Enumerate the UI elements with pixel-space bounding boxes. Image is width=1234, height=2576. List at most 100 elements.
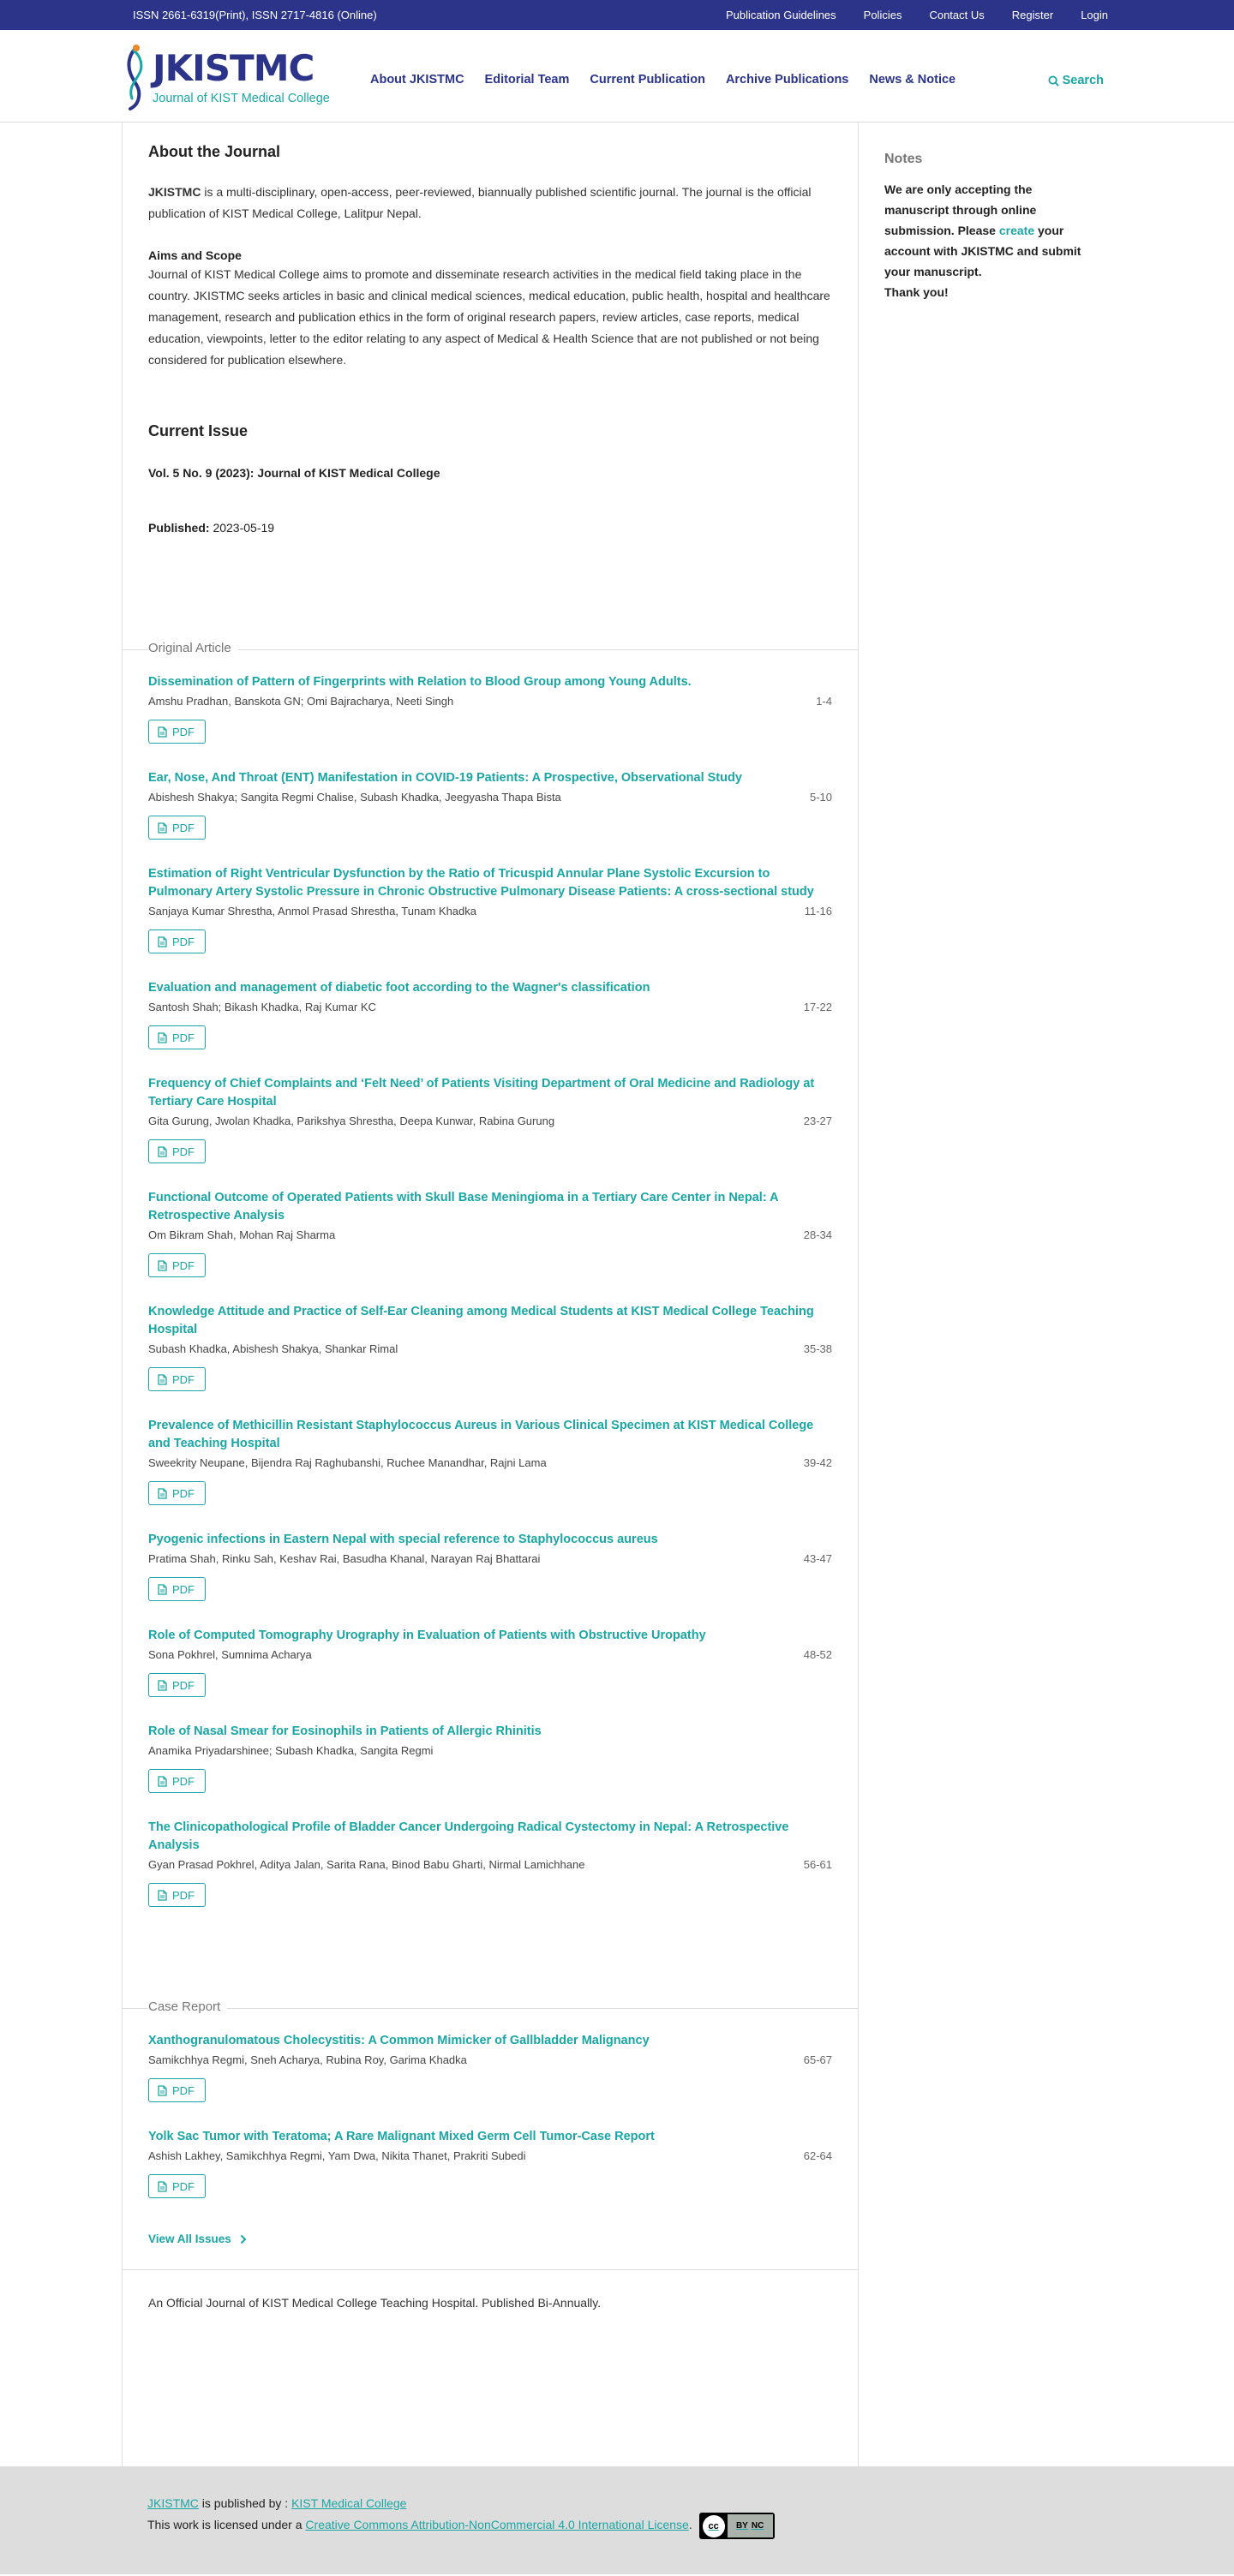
- article-authors: Gita Gurung, Jwolan Khadka, Parikshya Sh…: [148, 1115, 555, 1127]
- article-title-link[interactable]: Functional Outcome of Operated Patients …: [148, 1191, 778, 1222]
- article-pages: 28-34: [803, 1228, 832, 1241]
- article-item: Pyogenic infections in Eastern Nepal wit…: [148, 1531, 832, 1601]
- pdf-button[interactable]: PDF: [148, 816, 206, 840]
- nav-current-publication[interactable]: Current Publication: [590, 73, 705, 87]
- current-issue-section: Current Issue Vol. 5 No. 9 (2023): Journ…: [123, 422, 858, 535]
- cc-license-badge[interactable]: cc BY NC: [698, 2513, 775, 2539]
- article-title-link[interactable]: Yolk Sac Tumor with Teratoma; A Rare Mal…: [148, 2130, 655, 2143]
- pdf-file-icon: [158, 1373, 167, 1385]
- article-title-link[interactable]: Ear, Nose, And Throat (ENT) Manifestatio…: [148, 771, 742, 785]
- pdf-file-icon: [158, 1583, 167, 1595]
- section-title: Case Report: [148, 1999, 228, 2014]
- pdf-button[interactable]: PDF: [148, 929, 206, 953]
- login-link[interactable]: Login: [1081, 9, 1108, 21]
- pdf-button[interactable]: PDF: [148, 2174, 206, 2198]
- journal-link[interactable]: JKISTMC: [147, 2496, 199, 2510]
- cc-icon: cc: [702, 2514, 725, 2537]
- view-all-issues-link[interactable]: View All Issues: [148, 2232, 247, 2245]
- article-title-link[interactable]: Prevalence of Methicillin Resistant Stap…: [148, 1419, 813, 1450]
- published-by-text: is published by :: [198, 2496, 292, 2510]
- pdf-button[interactable]: PDF: [148, 1367, 206, 1391]
- article-title-link[interactable]: Frequency of Chief Complaints and ‘Felt …: [148, 1077, 814, 1109]
- pdf-file-icon: [158, 822, 167, 834]
- article-authors: Sona Pokhrel, Sumnima Acharya: [148, 1648, 312, 1661]
- article-item: Yolk Sac Tumor with Teratoma; A Rare Mal…: [148, 2128, 832, 2198]
- cc-terms: BY NC: [727, 2514, 773, 2537]
- pdf-button[interactable]: PDF: [148, 1025, 206, 1049]
- pdf-label: PDF: [172, 1774, 195, 1788]
- search-link[interactable]: Search: [1048, 74, 1104, 87]
- pdf-label: PDF: [172, 1031, 195, 1044]
- scope-text: Journal of KIST Medical College aims to …: [148, 267, 830, 367]
- article-item: Functional Outcome of Operated Patients …: [148, 1189, 832, 1277]
- article-title-link[interactable]: Pyogenic infections in Eastern Nepal wit…: [148, 1533, 658, 1546]
- contact-us-link[interactable]: Contact Us: [929, 9, 984, 21]
- article-authors: Amshu Pradhan, Banskota GN; Omi Bajracha…: [148, 695, 454, 708]
- article-title-link[interactable]: Dissemination of Pattern of Fingerprints…: [148, 675, 692, 689]
- published-value: 2023-05-19: [213, 521, 275, 535]
- article-title-link[interactable]: Estimation of Right Ventricular Dysfunct…: [148, 867, 814, 899]
- article-item: Ear, Nose, And Throat (ENT) Manifestatio…: [148, 769, 832, 840]
- article-item: Dissemination of Pattern of Fingerprints…: [148, 673, 832, 744]
- nav-news-notice[interactable]: News & Notice: [869, 73, 955, 87]
- article-pages: 56-61: [803, 1858, 832, 1871]
- pdf-button[interactable]: PDF: [148, 1139, 206, 1163]
- logo-subtitle: Journal of KIST Medical College: [153, 92, 330, 105]
- top-bar: ISSN 2661-6319(Print), ISSN 2717-4816 (O…: [0, 0, 1234, 30]
- article-title-link[interactable]: Knowledge Attitude and Practice of Self-…: [148, 1305, 814, 1336]
- article-item: Role of Computed Tomography Urography in…: [148, 1627, 832, 1697]
- article-item: Role of Nasal Smear for Eosinophils in P…: [148, 1723, 832, 1793]
- article-meta: Samikchhya Regmi, Sneh Acharya, Rubina R…: [148, 2053, 832, 2066]
- caduceus-logo-icon: [127, 45, 143, 111]
- article-authors: Santosh Shah; Bikash Khadka, Raj Kumar K…: [148, 1001, 376, 1013]
- pdf-button[interactable]: PDF: [148, 2078, 206, 2102]
- logo-title: JKISTMC: [153, 47, 314, 89]
- section-heading: Case Report: [123, 1996, 858, 2015]
- issue-title: Vol. 5 No. 9 (2023): Journal of KIST Med…: [148, 466, 440, 480]
- pdf-button[interactable]: PDF: [148, 1481, 206, 1505]
- license-suffix: .: [688, 2518, 692, 2532]
- article-pages: 65-67: [803, 2053, 832, 2066]
- article-meta: Santosh Shah; Bikash Khadka, Raj Kumar K…: [148, 1001, 832, 1013]
- footer-note: An Official Journal of KIST Medical Coll…: [123, 2269, 858, 2310]
- notes-text: We are only accepting the manuscript thr…: [884, 179, 1087, 302]
- article-title-link[interactable]: Evaluation and management of diabetic fo…: [148, 981, 650, 995]
- article-list: Dissemination of Pattern of Fingerprints…: [123, 656, 858, 1907]
- pdf-label: PDF: [172, 725, 195, 738]
- pdf-button[interactable]: PDF: [148, 1577, 206, 1601]
- article-pages: 48-52: [803, 1648, 832, 1661]
- publisher-link[interactable]: KIST Medical College: [291, 2496, 406, 2510]
- pdf-file-icon: [158, 1145, 167, 1157]
- nav-about[interactable]: About JKISTMC: [370, 73, 464, 87]
- about-section: About the Journal JKISTMC is a multi-dis…: [123, 123, 858, 371]
- section-heading: Original Article: [123, 637, 858, 656]
- pdf-file-icon: [158, 726, 167, 738]
- article-title-link[interactable]: Role of Nasal Smear for Eosinophils in P…: [148, 1724, 542, 1738]
- published-label: Published:: [148, 521, 210, 535]
- pdf-button[interactable]: PDF: [148, 1769, 206, 1793]
- main-content: About the Journal JKISTMC is a multi-dis…: [122, 123, 859, 2466]
- article-meta: Subash Khadka, Abishesh Shakya, Shankar …: [148, 1342, 832, 1355]
- chevron-right-icon: [240, 2234, 247, 2244]
- pdf-label: PDF: [172, 2179, 195, 2193]
- article-meta: Anamika Priyadarshinee; Subash Khadka, S…: [148, 1744, 832, 1757]
- nav-archive-publications[interactable]: Archive Publications: [726, 73, 848, 87]
- article-item: Frequency of Chief Complaints and ‘Felt …: [148, 1075, 832, 1163]
- nav-editorial-team[interactable]: Editorial Team: [485, 73, 570, 87]
- article-pages: 17-22: [803, 1001, 832, 1013]
- article-title-link[interactable]: The Clinicopathological Profile of Bladd…: [148, 1820, 788, 1852]
- create-account-link[interactable]: create: [999, 224, 1034, 237]
- site-footer: JKISTMC is published by : KIST Medical C…: [0, 2466, 1234, 2574]
- license-link[interactable]: Creative Commons Attribution-NonCommerci…: [305, 2518, 688, 2531]
- pdf-button[interactable]: PDF: [148, 1673, 206, 1697]
- article-title-link[interactable]: Xanthogranulomatous Cholecystitis: A Com…: [148, 2034, 650, 2047]
- pdf-button[interactable]: PDF: [148, 1253, 206, 1277]
- pdf-button[interactable]: PDF: [148, 720, 206, 744]
- policies-link[interactable]: Policies: [864, 9, 902, 21]
- publication-guidelines-link[interactable]: Publication Guidelines: [726, 9, 836, 21]
- toc-sections: Original Article Dissemination of Pattern…: [123, 637, 858, 2198]
- pdf-button[interactable]: PDF: [148, 1883, 206, 1907]
- site-logo[interactable]: JKISTMC Journal of KIST Medical College: [122, 37, 362, 114]
- article-title-link[interactable]: Role of Computed Tomography Urography in…: [148, 1629, 706, 1642]
- register-link[interactable]: Register: [1012, 9, 1053, 21]
